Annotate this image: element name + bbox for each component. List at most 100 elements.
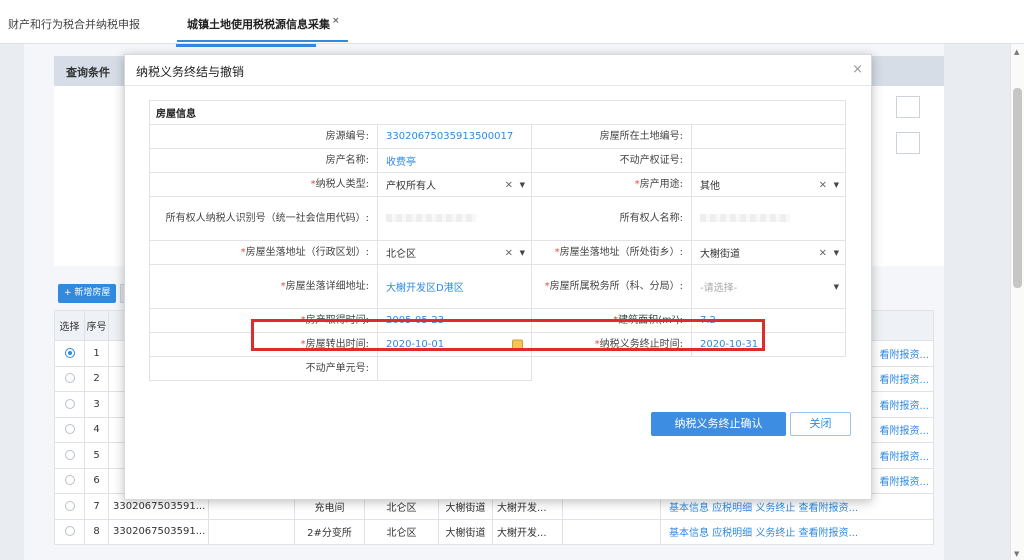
close-icon[interactable]: × bbox=[332, 16, 340, 26]
column-header-select: 选择 bbox=[54, 310, 85, 341]
view-attachments-link[interactable]: 看附报资... bbox=[879, 401, 929, 412]
street-value: 大榭街道 bbox=[700, 249, 740, 260]
unit-no-label: 不动产单元号: bbox=[149, 356, 378, 381]
sub-tab-indicator bbox=[176, 44, 316, 47]
unit-no-value bbox=[377, 356, 532, 381]
row-radio[interactable] bbox=[64, 500, 75, 511]
tax-office-select[interactable]: -请选择- ▼ bbox=[691, 264, 846, 309]
close-button[interactable]: 关闭 bbox=[790, 412, 851, 436]
use-value: 其他 bbox=[700, 181, 720, 192]
page-scrollbar[interactable]: ▲ ▼ bbox=[1010, 44, 1024, 560]
dialog-divider bbox=[125, 85, 871, 86]
redacted-value bbox=[700, 214, 790, 222]
row-address: 大榭开发... bbox=[492, 518, 563, 545]
use-select[interactable]: 其他 × ▼ bbox=[691, 172, 846, 197]
tab-label: 城镇土地使用税税源信息采集 bbox=[187, 18, 330, 31]
view-attachments-link[interactable]: 看附报资... bbox=[879, 350, 929, 361]
add-house-button[interactable]: + 新增房屋 bbox=[58, 284, 117, 303]
taxpayer-type-select[interactable]: 产权所有人 × ▼ bbox=[377, 172, 532, 197]
area-label: 建筑面积(m²): bbox=[618, 314, 683, 326]
area-value: 7.2 bbox=[691, 308, 846, 333]
row-district: 北仑区 bbox=[364, 518, 439, 545]
chevron-down-icon[interactable]: ▼ bbox=[834, 249, 839, 257]
row-index: 1 bbox=[84, 340, 109, 367]
end-date-label: 纳税义务终止时间: bbox=[599, 338, 683, 350]
row-action-links[interactable]: 基本信息 应税明细 义务终止 查看附报资... bbox=[669, 503, 858, 514]
view-attachments-link[interactable]: 看附报资... bbox=[879, 375, 929, 386]
row-house-name: 2#分变所 bbox=[294, 518, 365, 545]
scroll-thumb[interactable] bbox=[1013, 88, 1022, 288]
tab-label: 财产和行为税合并纳税申报 bbox=[8, 18, 140, 31]
row-radio[interactable] bbox=[64, 398, 75, 409]
house-id-value: 33020675035913500017 bbox=[377, 124, 532, 149]
tax-office-label: 房屋所属税务所（科、分局）: bbox=[549, 280, 683, 292]
view-attachments-link[interactable]: 看附报资... bbox=[879, 452, 929, 463]
chevron-down-icon[interactable]: ▼ bbox=[520, 249, 525, 257]
query-input[interactable] bbox=[896, 132, 920, 154]
section-title: 房屋信息 bbox=[149, 100, 846, 125]
form-row: 不动产单元号: bbox=[149, 356, 846, 381]
cert-value bbox=[691, 148, 846, 173]
query-title: 查询条件 bbox=[66, 66, 110, 79]
owner-name-label: 所有权人名称: bbox=[531, 196, 692, 241]
house-name-label: 房产名称: bbox=[149, 148, 378, 173]
row-radio[interactable] bbox=[64, 475, 75, 486]
table-row[interactable]: 8 3302067503591... 2#分变所 北仑区 大榭街道 大榭开发..… bbox=[54, 518, 934, 545]
column-header-index: 序号 bbox=[84, 310, 109, 341]
row-index: 8 bbox=[84, 518, 109, 545]
row-house-code: 3302067503591... bbox=[108, 518, 209, 545]
district-select[interactable]: 北仑区 × ▼ bbox=[377, 240, 532, 265]
land-no-value bbox=[691, 124, 846, 149]
house-info-form: 房屋信息 房源编号: 33020675035913500017 房屋所在土地编号… bbox=[149, 100, 846, 381]
row-street: 大榭街道 bbox=[438, 518, 493, 545]
owner-id-value bbox=[377, 196, 532, 241]
acquire-date-label: 房产取得时间: bbox=[305, 314, 369, 326]
query-input[interactable] bbox=[896, 96, 920, 118]
tax-office-placeholder: -请选择- bbox=[700, 283, 738, 294]
close-icon[interactable]: × bbox=[852, 62, 863, 77]
view-attachments-link[interactable]: 看附报资... bbox=[879, 477, 929, 488]
row-radio[interactable] bbox=[64, 373, 75, 384]
form-row: *房屋坐落地址（行政区划）: 北仑区 × ▼ *房屋坐落地址（所处街乡）: 大榭街道… bbox=[149, 240, 846, 265]
row-index: 7 bbox=[84, 493, 109, 520]
street-label: 房屋坐落地址（所处街乡）: bbox=[559, 246, 683, 258]
row-radio[interactable] bbox=[64, 424, 75, 435]
scroll-up-icon[interactable]: ▲ bbox=[1014, 48, 1019, 56]
acquire-date-value: 2005-05-23 bbox=[377, 308, 532, 333]
tab-land-use-tax-collection[interactable]: 城镇土地使用税税源信息采集 × bbox=[177, 16, 348, 42]
confirm-termination-button[interactable]: 纳税义务终止确认 bbox=[651, 412, 786, 436]
scroll-down-icon[interactable]: ▼ bbox=[1014, 550, 1019, 558]
clear-icon[interactable]: × bbox=[819, 179, 827, 190]
clear-icon[interactable]: × bbox=[505, 247, 513, 258]
tax-obligation-termination-dialog: 纳税义务终结与撤销 × 房屋信息 房源编号: 33020675035913500… bbox=[124, 54, 872, 500]
chevron-down-icon[interactable]: ▼ bbox=[834, 181, 839, 189]
address-value: 大榭开发区D港区 bbox=[377, 264, 532, 309]
transfer-date-input[interactable]: 2020-10-01 bbox=[377, 332, 532, 357]
tab-bar: 财产和行为税合并纳税申报 城镇土地使用税税源信息采集 × bbox=[0, 0, 1024, 44]
active-tab-indicator bbox=[177, 40, 348, 42]
dialog-title: 纳税义务终结与撤销 bbox=[136, 65, 245, 79]
form-row: *房产取得时间: 2005-05-23 *建筑面积(m²): 7.2 bbox=[149, 308, 846, 333]
form-row: *房屋坐落详细地址: 大榭开发区D港区 *房屋所属税务所（科、分局）: -请选择… bbox=[149, 264, 846, 309]
calendar-icon[interactable] bbox=[512, 339, 523, 350]
section-header-row: 房屋信息 bbox=[149, 100, 846, 125]
form-row: 房源编号: 33020675035913500017 房屋所在土地编号: bbox=[149, 124, 846, 149]
land-no-label: 房屋所在土地编号: bbox=[531, 124, 692, 149]
form-row: 所有权人纳税人识别号（统一社会信用代码）: 所有权人名称: bbox=[149, 196, 846, 241]
clear-icon[interactable]: × bbox=[505, 179, 513, 190]
clear-icon[interactable]: × bbox=[819, 247, 827, 258]
chevron-down-icon[interactable]: ▼ bbox=[520, 181, 525, 189]
use-label: 房产用途: bbox=[639, 178, 683, 190]
chevron-down-icon[interactable]: ▼ bbox=[834, 283, 839, 291]
row-radio[interactable] bbox=[64, 526, 75, 537]
owner-name-value bbox=[691, 196, 846, 241]
row-action-links[interactable]: 基本信息 应税明细 义务终止 查看附报资... bbox=[669, 528, 858, 539]
row-index: 5 bbox=[84, 442, 109, 469]
cert-label: 不动产权证号: bbox=[531, 148, 692, 173]
end-date-value: 2020-10-31 bbox=[691, 332, 846, 357]
tab-property-tax-filing[interactable]: 财产和行为税合并纳税申报 bbox=[8, 16, 140, 42]
street-select[interactable]: 大榭街道 × ▼ bbox=[691, 240, 846, 265]
row-radio[interactable] bbox=[64, 449, 75, 460]
view-attachments-link[interactable]: 看附报资... bbox=[879, 426, 929, 437]
row-radio[interactable] bbox=[64, 347, 75, 358]
